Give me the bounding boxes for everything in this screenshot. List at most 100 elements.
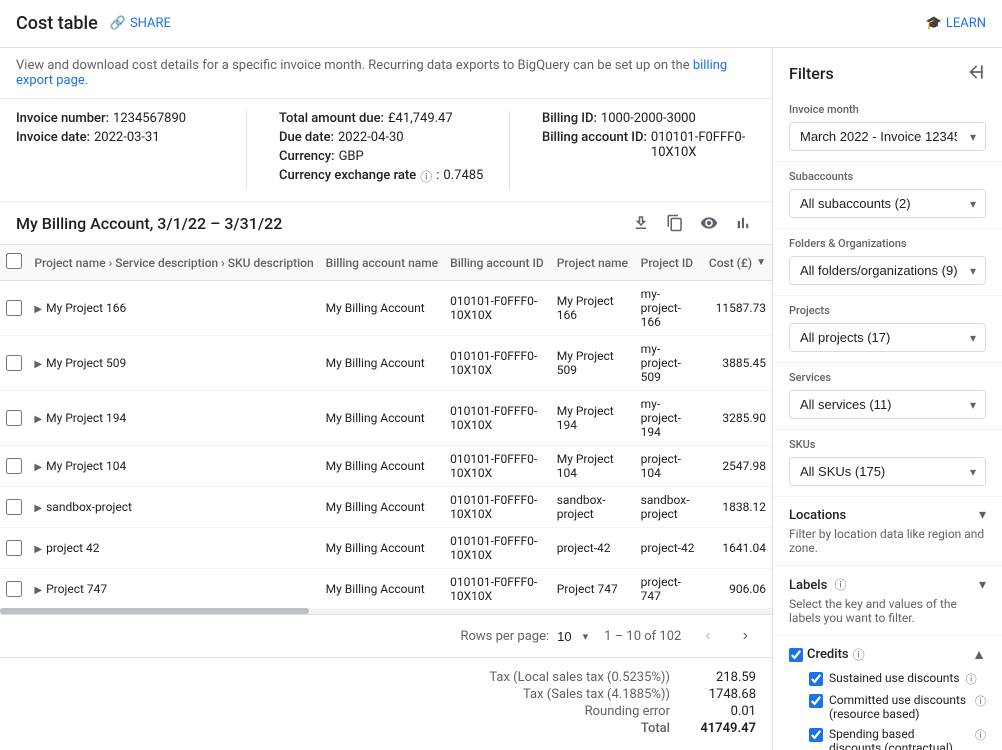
row-billing-name: My Billing Account	[320, 281, 444, 336]
row-billing-id: 010101-F0FFF0-10X10X	[444, 391, 551, 446]
col-billing-name-header[interactable]: Billing account name	[320, 245, 444, 281]
row-billing-id: 010101-F0FFF0-10X10X	[444, 528, 551, 569]
row-checkbox[interactable]	[6, 355, 22, 371]
share-link[interactable]: 🔗 SHARE	[110, 16, 171, 31]
row-project: ▶My Project 166	[28, 281, 319, 336]
expand-icon[interactable]: ▶	[34, 585, 42, 596]
credits-chevron-icon[interactable]: ▲	[972, 646, 986, 663]
skus-select-wrap: All SKUs (175)	[789, 457, 986, 486]
credits-section: Credits ⓘ ▲ Sustained use discounts ⓘ Co…	[773, 636, 1002, 750]
total-value: 41749.47	[686, 721, 756, 736]
projects-select[interactable]: All projects (17)	[789, 323, 986, 352]
col-cost-header[interactable]: Cost (£) ▼	[702, 245, 772, 281]
row-billing-name: My Billing Account	[320, 528, 444, 569]
services-select-wrap: All services (11)	[789, 390, 986, 419]
row-billing-id: 010101-F0FFF0-10X10X	[444, 446, 551, 487]
row-checkbox[interactable]	[6, 300, 22, 316]
row-project: ▶My Project 509	[28, 336, 319, 391]
cost-table: Project name › Service description › SKU…	[0, 244, 772, 608]
row-checkbox-cell[interactable]	[0, 446, 28, 487]
spending-based-info-icon[interactable]: ⓘ	[975, 727, 986, 743]
table-row: ▶My Project 194 My Billing Account 01010…	[0, 391, 772, 446]
content-area: View and download cost details for a spe…	[0, 48, 772, 750]
sustained-use-checkbox[interactable]	[809, 672, 823, 686]
table-row: ▶sandbox-project My Billing Account 0101…	[0, 487, 772, 528]
view-button[interactable]	[696, 210, 722, 236]
col-project-header[interactable]: Project name › Service description › SKU…	[28, 245, 319, 281]
filter-services: Services All services (11)	[773, 363, 1002, 430]
table-row: ▶project 42 My Billing Account 010101-F0…	[0, 528, 772, 569]
footer-totals: Tax (Local sales tax (0.5235%)) 218.59 T…	[0, 657, 772, 750]
row-checkbox[interactable]	[6, 458, 22, 474]
labels-info-icon[interactable]: ⓘ	[835, 578, 847, 592]
services-select[interactable]: All services (11)	[789, 390, 986, 419]
locations-chevron-icon: ▾	[979, 507, 986, 523]
row-billing-name: My Billing Account	[320, 569, 444, 609]
spending-based-checkbox[interactable]	[809, 728, 823, 742]
next-page-button[interactable]: ›	[735, 623, 756, 649]
filter-projects: Projects All projects (17)	[773, 296, 1002, 363]
row-checkbox-cell[interactable]	[0, 281, 28, 336]
collapse-filters-button[interactable]	[966, 62, 986, 85]
row-checkbox[interactable]	[6, 499, 22, 515]
locations-header[interactable]: Locations ▾	[789, 507, 986, 523]
table-actions	[628, 210, 756, 236]
expand-icon[interactable]: ▶	[34, 414, 42, 425]
share-icon: 🔗	[110, 16, 126, 31]
subaccounts-select[interactable]: All subaccounts (2)	[789, 189, 986, 218]
row-billing-id: 010101-F0FFF0-10X10X	[444, 569, 551, 609]
row-project-name: sandbox-project	[551, 487, 635, 528]
row-cost: 3285.90	[702, 391, 772, 446]
row-billing-id: 010101-F0FFF0-10X10X	[444, 336, 551, 391]
expand-icon[interactable]: ▶	[34, 304, 42, 315]
row-checkbox-cell[interactable]	[0, 336, 28, 391]
col-billing-id-header[interactable]: Billing account ID	[444, 245, 551, 281]
chart-button[interactable]	[730, 210, 756, 236]
credits-checkbox[interactable]	[789, 648, 803, 662]
row-project-id: project-747	[635, 569, 702, 609]
learn-link[interactable]: 🎓 LEARN	[926, 16, 986, 31]
invoice-section-3: Billing ID: 1000-2000-3000 Billing accou…	[526, 111, 756, 189]
row-project: ▶Project 747	[28, 569, 319, 609]
col-project-name-header[interactable]: Project name	[551, 245, 635, 281]
row-checkbox-cell[interactable]	[0, 487, 28, 528]
filter-locations: Locations ▾ Filter by location data like…	[773, 497, 1002, 566]
invoice-month-select[interactable]: March 2022 - Invoice 1234567890	[789, 122, 986, 151]
sustained-use-info-icon[interactable]: ⓘ	[966, 671, 977, 687]
row-checkbox-cell[interactable]	[0, 391, 28, 446]
prev-page-button[interactable]: ‹	[697, 623, 718, 649]
row-checkbox-cell[interactable]	[0, 569, 28, 609]
select-all-header[interactable]	[0, 245, 28, 281]
table-row: ▶My Project 166 My Billing Account 01010…	[0, 281, 772, 336]
folders-select[interactable]: All folders/organizations (9)	[789, 256, 986, 285]
expand-icon[interactable]: ▶	[34, 359, 42, 370]
download-button[interactable]	[628, 210, 654, 236]
exchange-rate-info-icon[interactable]: ⓘ	[420, 168, 432, 185]
skus-select[interactable]: All SKUs (175)	[789, 457, 986, 486]
col-project-id-header[interactable]: Project ID	[635, 245, 702, 281]
row-cost: 1838.12	[702, 487, 772, 528]
filter-folders: Folders & Organizations All folders/orga…	[773, 229, 1002, 296]
row-checkbox[interactable]	[6, 410, 22, 426]
committed-use-checkbox[interactable]	[809, 694, 823, 708]
main-layout: View and download cost details for a spe…	[0, 48, 1002, 750]
row-project-id: my-project-194	[635, 391, 702, 446]
labels-header[interactable]: Labels ⓘ ▾	[789, 576, 986, 593]
copy-button[interactable]	[662, 210, 688, 236]
expand-icon[interactable]: ▶	[34, 503, 42, 514]
row-checkbox[interactable]	[6, 540, 22, 556]
row-cost: 11587.73	[702, 281, 772, 336]
row-checkbox-cell[interactable]	[0, 528, 28, 569]
committed-use-info-icon[interactable]: ⓘ	[975, 693, 986, 709]
rows-per-page-select[interactable]: 10 25 50	[557, 629, 588, 644]
row-checkbox[interactable]	[6, 581, 22, 597]
expand-icon[interactable]: ▶	[34, 462, 42, 473]
learn-icon: 🎓	[926, 16, 942, 31]
select-all-checkbox[interactable]	[6, 253, 22, 269]
row-cost: 906.06	[702, 569, 772, 609]
row-project-name: Project 747	[551, 569, 635, 609]
credits-info-icon[interactable]: ⓘ	[853, 646, 865, 663]
total-value: 0.01	[686, 704, 756, 719]
row-billing-name: My Billing Account	[320, 336, 444, 391]
expand-icon[interactable]: ▶	[34, 544, 42, 555]
